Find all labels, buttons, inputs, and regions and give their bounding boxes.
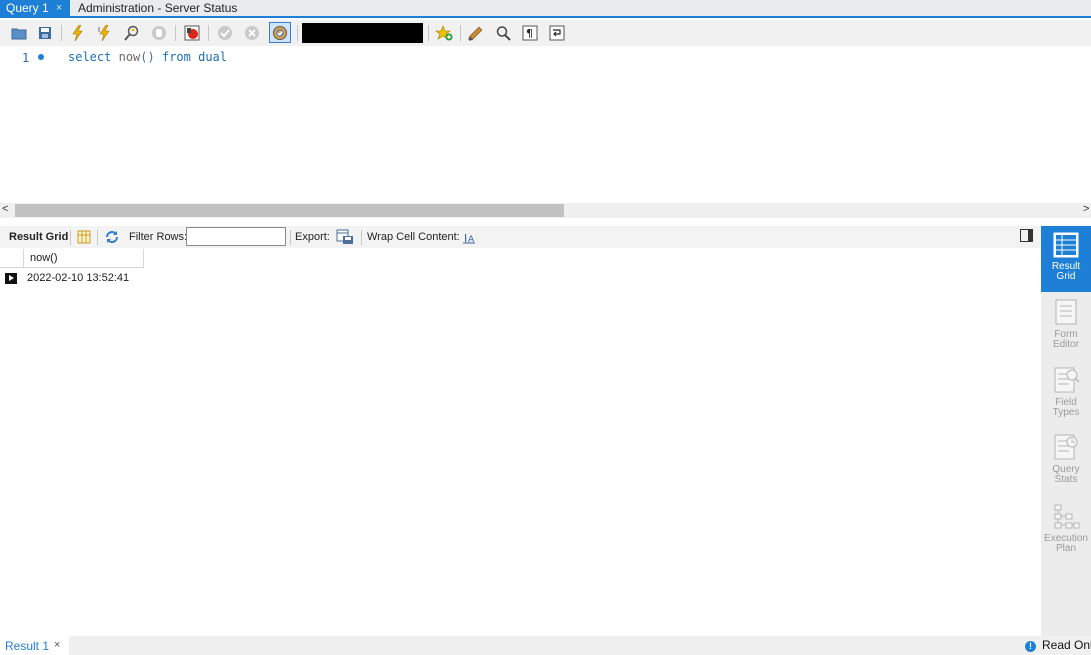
open-folder-icon[interactable]: [9, 23, 29, 43]
toggle-error-icon[interactable]: [182, 23, 202, 43]
side-tab-label: Stats: [1054, 474, 1078, 485]
read-only-status: ! Read Only: [1025, 638, 1091, 652]
side-tab-label: Types: [1052, 407, 1080, 418]
side-tab-label: Editor: [1052, 339, 1080, 350]
code-token: from: [161, 50, 191, 64]
tab-label: Administration - Server Status: [78, 1, 238, 15]
current-row-indicator-icon: [5, 273, 17, 284]
execute-icon[interactable]: [68, 23, 88, 43]
svg-text:I: I: [98, 26, 100, 34]
table-cell[interactable]: 2022-02-10 13:52:41: [27, 272, 129, 284]
close-icon[interactable]: ×: [54, 639, 60, 651]
editor-horizontal-scrollbar[interactable]: < >: [0, 203, 1091, 218]
close-icon[interactable]: ×: [56, 0, 62, 16]
execution-plan-icon: [1054, 504, 1080, 529]
commit-icon[interactable]: [215, 23, 235, 43]
result-tab-label: Result 1: [5, 639, 50, 653]
sql-code[interactable]: select now() from dual: [68, 50, 227, 64]
beautify-icon[interactable]: [466, 23, 486, 43]
result-grid[interactable]: now() 2022-02-10 13:52:41: [0, 248, 1041, 636]
sql-editor[interactable]: 1 select now() from dual: [0, 46, 1091, 203]
field-types-icon: [1054, 367, 1080, 393]
filter-rows-input[interactable]: [186, 227, 286, 246]
query-toolbar: I ¶: [0, 20, 1091, 46]
tab-administration-server-status[interactable]: Administration - Server Status: [72, 0, 237, 16]
side-tab-label: Grid: [1056, 271, 1076, 282]
scroll-right-icon[interactable]: >: [1083, 203, 1089, 215]
stop-icon[interactable]: [149, 23, 169, 43]
save-icon[interactable]: [35, 23, 55, 43]
wrap-icon[interactable]: [547, 23, 567, 43]
read-only-label: Read Only: [1042, 638, 1091, 652]
line-number: 1: [22, 51, 30, 65]
export-label: Export:: [295, 231, 330, 243]
form-editor-icon: [1055, 299, 1077, 325]
column-header-now[interactable]: now(): [24, 249, 144, 268]
add-snippet-icon[interactable]: [434, 23, 454, 43]
tab-label: Query 1: [6, 1, 49, 15]
info-icon: !: [1025, 641, 1036, 652]
invisible-chars-icon[interactable]: ¶: [520, 23, 540, 43]
autocommit-icon[interactable]: [269, 22, 291, 43]
scroll-left-icon[interactable]: <: [2, 203, 8, 215]
find-icon[interactable]: [493, 23, 513, 43]
wrap-cell-toggle-icon[interactable]: IA: [463, 231, 476, 247]
side-tab-form-editor[interactable]: Form Editor: [1041, 298, 1091, 358]
tab-result-1[interactable]: Result 1 ×: [0, 636, 69, 655]
result-tabs-bar: Result 1 × ! Read Only: [0, 636, 1091, 655]
statement-marker-icon: [38, 54, 44, 60]
export-icon[interactable]: [336, 229, 354, 248]
code-token: select: [68, 50, 112, 64]
svg-text:I: I: [464, 232, 467, 244]
editor-tab-bar: Query 1 × Administration - Server Status: [0, 0, 1091, 18]
explain-icon[interactable]: [122, 23, 142, 43]
grid-corner: [0, 249, 24, 268]
result-grid-label[interactable]: Result Grid: [9, 231, 68, 243]
filter-rows-label: Filter Rows:: [129, 231, 188, 243]
query-stats-icon: [1054, 434, 1078, 460]
side-tab-execution-plan[interactable]: Execution Plan: [1041, 502, 1091, 562]
rollback-icon[interactable]: [242, 23, 262, 43]
result-toolbar: Result Grid Filter Rows: Export: Wrap Ce…: [0, 226, 1041, 248]
toggle-side-panel-icon[interactable]: [1020, 229, 1033, 242]
side-tab-label: Plan: [1055, 543, 1076, 554]
code-token: dual: [198, 50, 228, 64]
side-tab-field-types[interactable]: Field Types: [1041, 366, 1091, 426]
execute-current-icon[interactable]: I: [95, 23, 115, 43]
wrap-cell-content-label: Wrap Cell Content:: [367, 231, 460, 243]
refresh-icon[interactable]: [104, 229, 120, 248]
scrollbar-thumb[interactable]: [15, 204, 564, 217]
tab-query-1[interactable]: Query 1 ×: [0, 0, 70, 16]
svg-text:¶: ¶: [526, 27, 533, 40]
result-grid-icon: [1053, 232, 1079, 258]
code-token: (): [140, 50, 155, 64]
side-tab-query-stats[interactable]: Query Stats: [1041, 433, 1091, 493]
redacted-field: [302, 23, 423, 43]
side-tab-result-grid[interactable]: Result Grid: [1041, 226, 1091, 292]
result-side-panel: Result Grid Form Editor Field Types Quer…: [1041, 226, 1091, 636]
grid-columns-icon[interactable]: [77, 230, 91, 247]
code-token: now: [118, 50, 141, 64]
